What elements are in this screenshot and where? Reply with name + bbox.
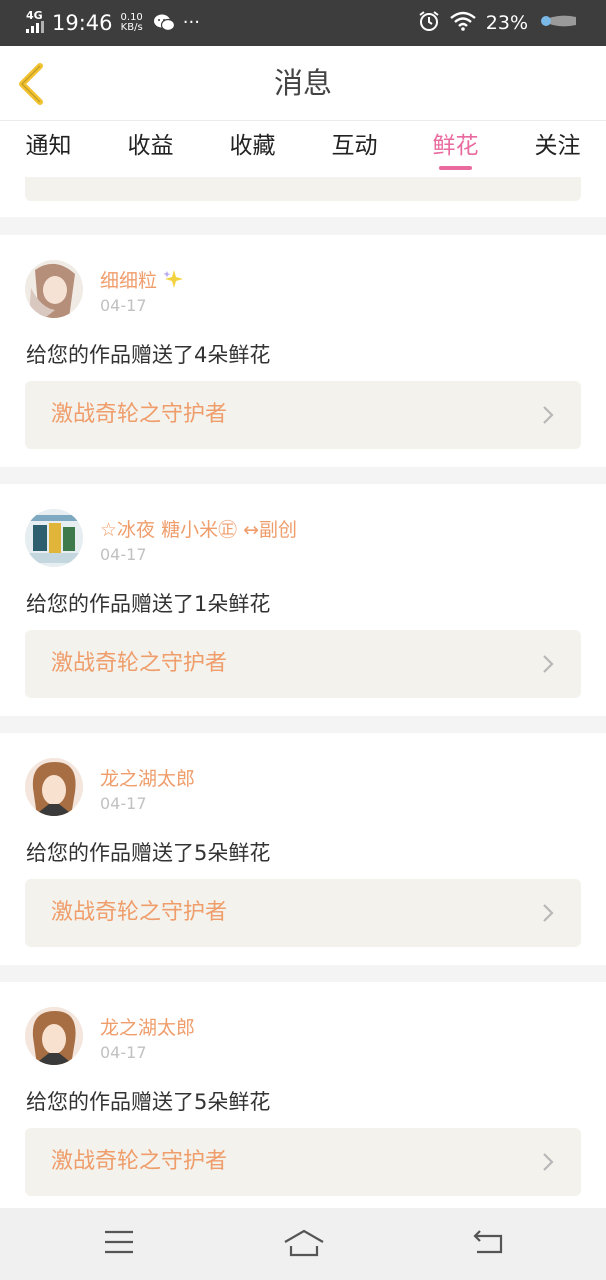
- net-speed-unit: KB/s: [120, 22, 143, 33]
- tab-notifications[interactable]: 通知: [0, 121, 97, 177]
- message-date: 04-17: [100, 545, 147, 564]
- clock: 19:46: [52, 11, 113, 35]
- net-speed: 0.10 KB/s: [121, 13, 143, 33]
- list-item: ☆冰夜 糖小米㊣ ↔副创 04-17 给您的作品赠送了1朵鲜花 激战奇轮之守护者: [0, 484, 606, 716]
- work-link[interactable]: 激战奇轮之守护者: [25, 381, 581, 449]
- chevron-right-icon: [543, 406, 554, 424]
- tab-follows[interactable]: 关注: [509, 121, 606, 177]
- list-item: [0, 177, 606, 217]
- tab-interactions[interactable]: 互动: [306, 121, 403, 177]
- system-nav-bar: [0, 1208, 606, 1280]
- list-item: 细细粒 04-17 给您的作品赠送了4朵鲜花 激战奇轮之守护者: [0, 235, 606, 467]
- battery-comet-icon: [538, 11, 578, 35]
- work-title: 激战奇轮之守护者: [51, 1149, 228, 1174]
- page-title: 消息: [273, 66, 332, 100]
- app-header: 消息: [0, 46, 606, 121]
- network-type: 4G: [26, 9, 43, 22]
- home-icon: [284, 1229, 324, 1257]
- tab-earnings[interactable]: 收益: [102, 121, 199, 177]
- chevron-right-icon: [543, 1153, 554, 1171]
- home-button[interactable]: [283, 1228, 325, 1262]
- work-title: 激战奇轮之守护者: [51, 651, 228, 676]
- wechat-icon: [153, 13, 175, 33]
- username-text: 细细粒: [100, 270, 158, 292]
- username[interactable]: 细细粒: [100, 266, 184, 293]
- work-link[interactable]: 激战奇轮之守护者: [25, 630, 581, 698]
- list-item: 龙之湖太郎 04-17 给您的作品赠送了5朵鲜花 激战奇轮之守护者: [0, 982, 606, 1214]
- avatar[interactable]: [25, 758, 83, 816]
- return-icon: [473, 1230, 503, 1254]
- chevron-right-icon: [543, 655, 554, 673]
- avatar[interactable]: [25, 509, 83, 567]
- message-date: 04-17: [100, 296, 147, 315]
- work-link[interactable]: [25, 177, 581, 201]
- chevron-right-icon: [543, 904, 554, 922]
- message-date: 04-17: [100, 1043, 147, 1062]
- username[interactable]: 龙之湖太郎: [100, 764, 195, 791]
- alarm-icon: [418, 10, 440, 36]
- active-tab-indicator: [439, 166, 472, 170]
- more-icon: ···: [182, 12, 200, 33]
- tab-favorites[interactable]: 收藏: [204, 121, 301, 177]
- status-bar: 4G 19:46 0.10 KB/s ··· 23%: [0, 0, 606, 46]
- network-indicator: 4G: [26, 9, 46, 35]
- avatar[interactable]: [25, 260, 83, 318]
- message-text: 给您的作品赠送了1朵鲜花: [26, 592, 271, 616]
- sparkle-icon: [163, 270, 184, 288]
- list-item: 龙之湖太郎 04-17 给您的作品赠送了5朵鲜花 激战奇轮之守护者: [0, 733, 606, 965]
- work-link[interactable]: 激战奇轮之守护者: [25, 1128, 581, 1196]
- message-text: 给您的作品赠送了4朵鲜花: [26, 343, 271, 367]
- menu-icon: [105, 1230, 133, 1254]
- work-title: 激战奇轮之守护者: [51, 900, 228, 925]
- work-title: 激战奇轮之守护者: [51, 402, 228, 427]
- avatar[interactable]: [25, 1007, 83, 1065]
- wifi-icon: [449, 11, 476, 35]
- work-link[interactable]: 激战奇轮之守护者: [25, 879, 581, 947]
- message-text: 给您的作品赠送了5朵鲜花: [26, 1090, 271, 1114]
- battery-level: 23%: [485, 12, 528, 34]
- username[interactable]: ☆冰夜 糖小米㊣ ↔副创: [100, 515, 297, 542]
- message-date: 04-17: [100, 794, 147, 813]
- menu-button[interactable]: [103, 1228, 135, 1260]
- signal-icon: [26, 21, 44, 33]
- tab-bar: 通知 收益 收藏 互动 鲜花 关注: [0, 121, 606, 177]
- back-nav-button[interactable]: [471, 1228, 505, 1260]
- message-text: 给您的作品赠送了5朵鲜花: [26, 841, 271, 865]
- username[interactable]: 龙之湖太郎: [100, 1013, 195, 1040]
